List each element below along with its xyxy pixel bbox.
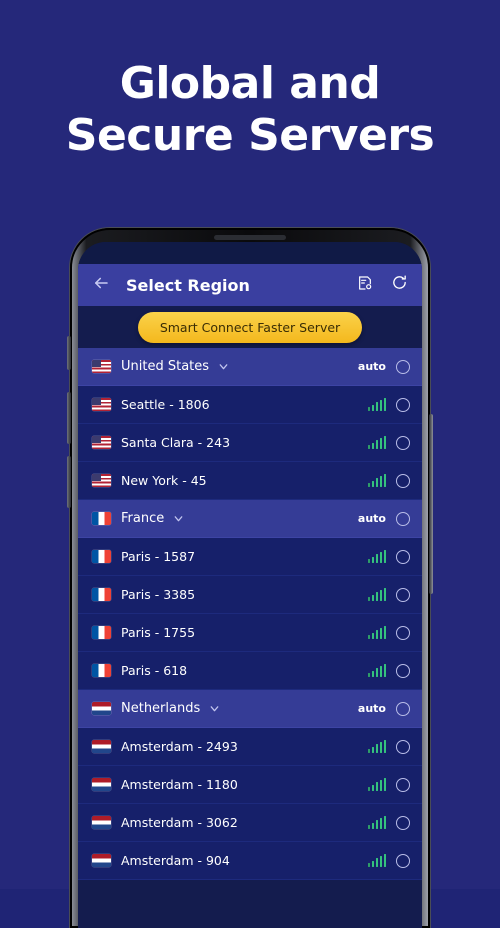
- server-row[interactable]: Paris - 1755: [78, 614, 422, 652]
- country-name: France: [121, 511, 165, 526]
- radio-unselected-icon[interactable]: [396, 473, 410, 488]
- server-name: Amsterdam - 3062: [121, 815, 238, 830]
- radio-unselected-icon[interactable]: [396, 549, 410, 564]
- radio-unselected-icon[interactable]: [396, 663, 410, 678]
- radio-unselected-icon[interactable]: [396, 777, 410, 792]
- server-settings-icon: [357, 275, 373, 296]
- flag-icon-nl: [92, 854, 111, 867]
- flag-icon-fr: [92, 664, 111, 677]
- arrow-left-icon: [92, 274, 110, 297]
- smart-connect-bar: Smart Connect Faster Server: [78, 306, 422, 348]
- flag-icon-nl: [92, 740, 111, 753]
- server-row[interactable]: Seattle - 1806: [78, 386, 422, 424]
- server-row[interactable]: Amsterdam - 2493: [78, 728, 422, 766]
- flag-icon-fr: [92, 626, 111, 639]
- phone-earpiece-speaker: [214, 235, 286, 240]
- country-header-row[interactable]: France auto: [78, 500, 422, 538]
- headline-line-1: Global and: [119, 58, 381, 109]
- auto-label: auto: [357, 702, 386, 715]
- chevron-down-icon: [172, 512, 185, 525]
- radio-unselected-icon[interactable]: [396, 397, 410, 412]
- signal-bars-icon: [367, 474, 386, 487]
- server-name: New York - 45: [121, 473, 207, 488]
- auto-label: auto: [357, 360, 386, 373]
- server-name: Paris - 1755: [121, 625, 196, 640]
- radio-unselected-icon[interactable]: [396, 739, 410, 754]
- flag-icon-nl: [92, 778, 111, 791]
- region-list[interactable]: United States auto Seattle - 1806 Santa Cla…: [78, 348, 422, 880]
- signal-bars-icon: [367, 436, 386, 449]
- refresh-button[interactable]: [388, 274, 410, 296]
- headline-line-2: Secure Servers: [65, 109, 435, 161]
- phone-power-button: [429, 414, 433, 594]
- server-row[interactable]: Paris - 618: [78, 652, 422, 690]
- signal-bars-icon: [367, 626, 386, 639]
- phone-volume-up-button: [67, 392, 71, 444]
- radio-unselected-icon[interactable]: [396, 625, 410, 640]
- country-name: United States: [121, 359, 210, 374]
- smart-connect-button[interactable]: Smart Connect Faster Server: [137, 311, 363, 343]
- flag-icon-us: [92, 474, 111, 487]
- chevron-down-icon: [208, 702, 221, 715]
- flag-icon-us: [92, 360, 111, 373]
- flag-icon-us: [92, 398, 111, 411]
- server-name: Amsterdam - 2493: [121, 739, 238, 754]
- flag-icon-us: [92, 436, 111, 449]
- status-bar: [78, 242, 422, 264]
- server-row[interactable]: Amsterdam - 3062: [78, 804, 422, 842]
- chevron-down-icon: [217, 360, 230, 373]
- back-button[interactable]: [90, 274, 112, 296]
- phone-volume-down-button: [67, 456, 71, 508]
- signal-bars-icon: [367, 398, 386, 411]
- flag-icon-nl: [92, 702, 111, 715]
- server-row[interactable]: Santa Clara - 243: [78, 424, 422, 462]
- flag-icon-nl: [92, 816, 111, 829]
- signal-bars-icon: [367, 588, 386, 601]
- server-name: Santa Clara - 243: [121, 435, 231, 450]
- signal-bars-icon: [367, 854, 386, 867]
- country-name: Netherlands: [121, 701, 201, 716]
- server-name: Amsterdam - 904: [121, 853, 230, 868]
- radio-unselected-icon[interactable]: [396, 853, 410, 868]
- promo-background: Global and Secure Servers Select Region …: [0, 0, 500, 928]
- radio-unselected-icon[interactable]: [396, 511, 410, 526]
- server-name: Amsterdam - 1180: [121, 777, 238, 792]
- server-name: Paris - 1587: [121, 549, 196, 564]
- auto-label: auto: [357, 512, 386, 525]
- server-row[interactable]: New York - 45: [78, 462, 422, 500]
- country-header-row[interactable]: United States auto: [78, 348, 422, 386]
- radio-unselected-icon[interactable]: [396, 359, 410, 374]
- phone-screen: Select Region Smart Connect Faster Serve…: [78, 242, 422, 928]
- page-title: Global and Secure Servers: [0, 58, 500, 162]
- server-name: Seattle - 1806: [121, 397, 210, 412]
- server-row[interactable]: Paris - 3385: [78, 576, 422, 614]
- radio-unselected-icon[interactable]: [396, 587, 410, 602]
- signal-bars-icon: [367, 816, 386, 829]
- signal-bars-icon: [367, 550, 386, 563]
- server-name: Paris - 3385: [121, 587, 196, 602]
- radio-unselected-icon[interactable]: [396, 815, 410, 830]
- radio-unselected-icon[interactable]: [396, 701, 410, 716]
- flag-icon-fr: [92, 588, 111, 601]
- refresh-icon: [391, 274, 408, 296]
- signal-bars-icon: [367, 664, 386, 677]
- phone-mockup: Select Region Smart Connect Faster Serve…: [67, 228, 433, 928]
- flag-icon-fr: [92, 550, 111, 563]
- server-row[interactable]: Paris - 1587: [78, 538, 422, 576]
- server-row[interactable]: Amsterdam - 904: [78, 842, 422, 880]
- app-bar-title: Select Region: [126, 275, 250, 295]
- signal-bars-icon: [367, 740, 386, 753]
- radio-unselected-icon[interactable]: [396, 435, 410, 450]
- server-row[interactable]: Amsterdam - 1180: [78, 766, 422, 804]
- server-settings-button[interactable]: [354, 274, 376, 296]
- signal-bars-icon: [367, 778, 386, 791]
- country-header-row[interactable]: Netherlands auto: [78, 690, 422, 728]
- app-bar: Select Region: [78, 264, 422, 306]
- phone-side-button-1: [67, 336, 71, 370]
- flag-icon-fr: [92, 512, 111, 525]
- server-name: Paris - 618: [121, 663, 188, 678]
